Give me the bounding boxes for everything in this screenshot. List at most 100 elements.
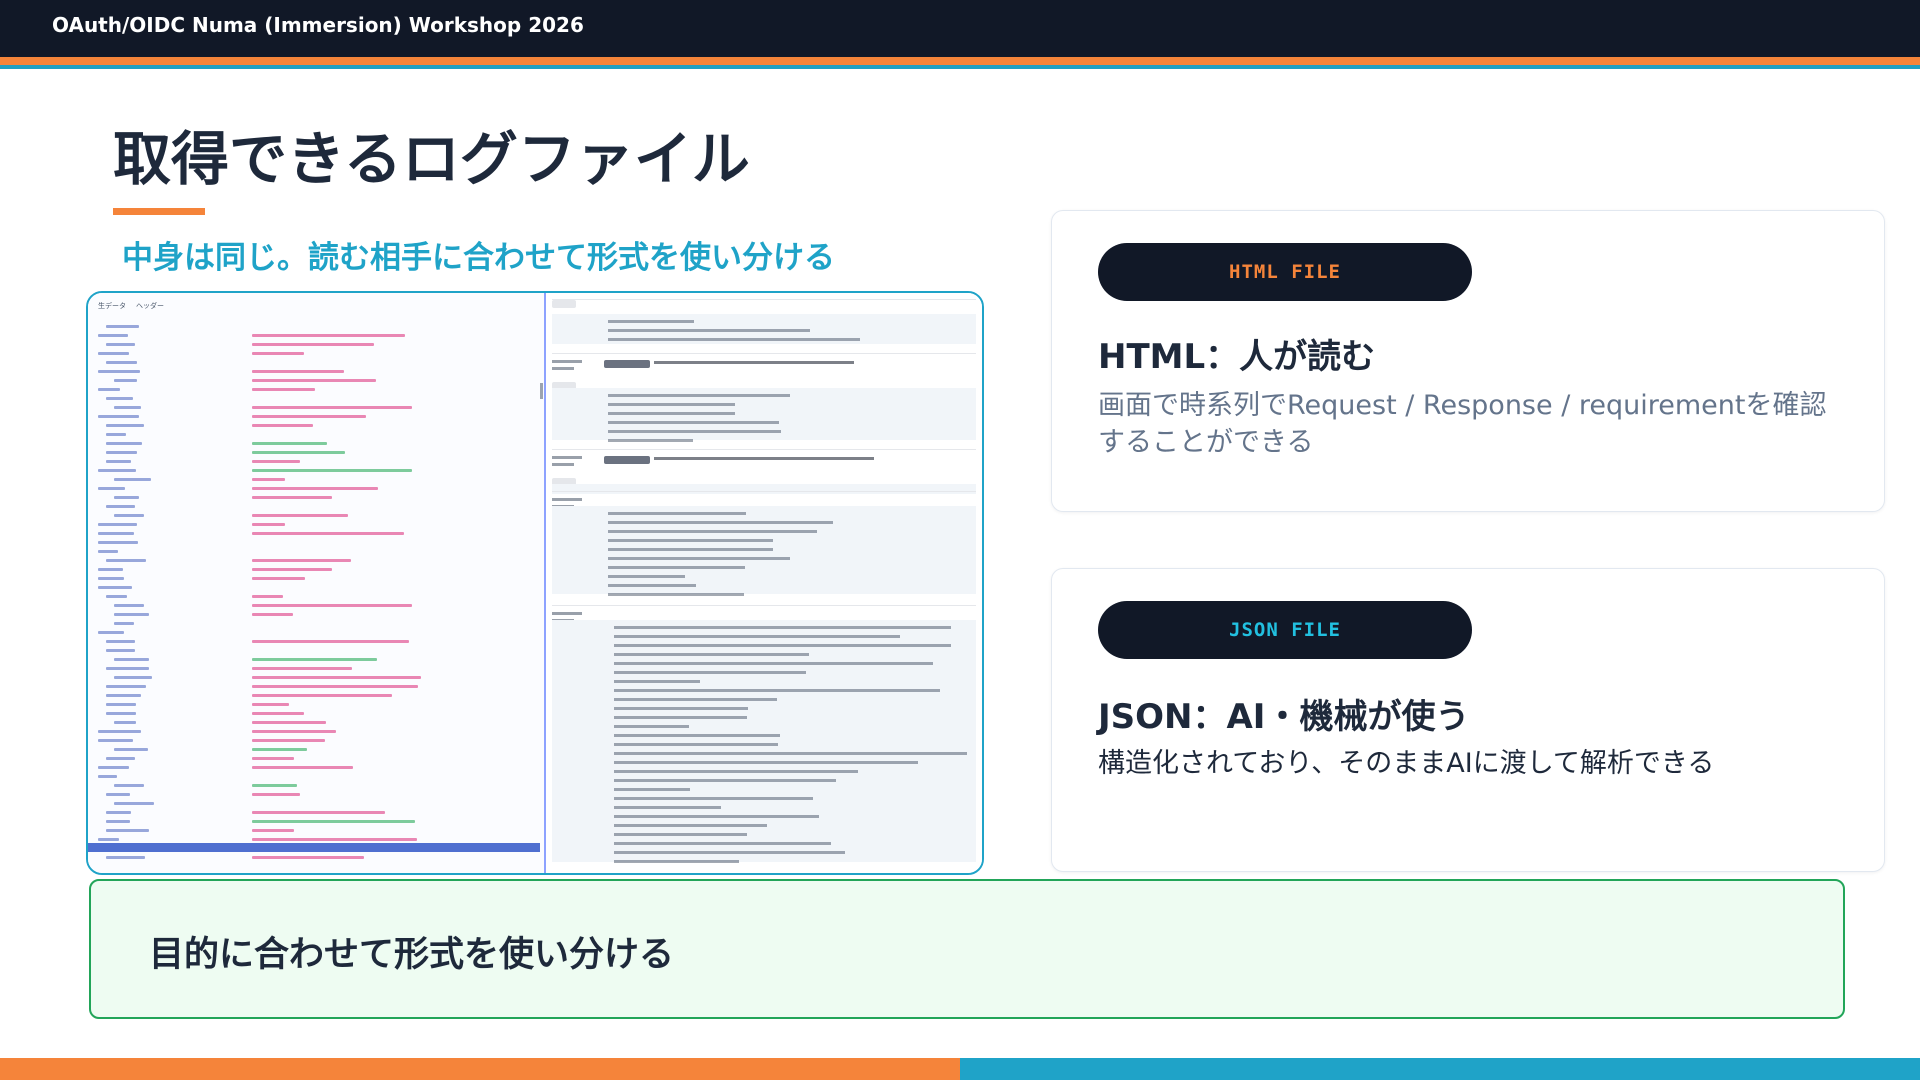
log-detail-line <box>614 734 780 737</box>
log-detail-line <box>614 635 901 638</box>
log-detail-line <box>614 806 721 809</box>
json-key-line <box>114 613 149 616</box>
log-timestamp <box>552 456 608 470</box>
log-detail-line <box>608 421 780 424</box>
selected-json-row <box>88 843 540 852</box>
log-detail-line <box>608 539 774 542</box>
json-key-line <box>98 730 141 733</box>
json-value-line <box>252 577 306 580</box>
log-detail-line <box>608 584 697 587</box>
log-message <box>654 361 854 364</box>
json-value-line <box>252 496 333 499</box>
json-key-line <box>106 829 149 832</box>
log-detail-line <box>608 566 745 569</box>
log-detail-line <box>608 329 810 332</box>
log-detail-line <box>614 689 941 692</box>
json-value-line <box>252 784 297 787</box>
json-value-line <box>252 460 301 463</box>
log-detail-line <box>608 394 790 397</box>
json-value-line <box>252 514 348 517</box>
log-message <box>654 457 874 460</box>
json-value-line <box>252 667 352 670</box>
log-detail-line <box>614 680 700 683</box>
log-detail-line <box>608 439 693 442</box>
json-value-line <box>252 352 305 355</box>
json-value-line <box>252 469 412 472</box>
log-detail-line <box>608 521 834 524</box>
json-value-line <box>252 613 293 616</box>
scrollbar-thumb <box>540 383 543 399</box>
page-subtitle: 中身は同じ。読む相手に合わせて形式を使い分ける <box>122 240 835 276</box>
json-card-heading: JSON：AI・機械が使う <box>1098 697 1470 737</box>
json-value-line <box>252 721 327 724</box>
summary-banner-text: 目的に合わせて形式を使い分ける <box>149 935 675 975</box>
log-viewer-screenshot: 生データ ヘッダー <box>86 291 984 875</box>
log-detail-line <box>608 548 774 551</box>
json-key-line <box>98 577 124 580</box>
json-value-line <box>252 694 392 697</box>
json-value-line <box>252 487 379 490</box>
log-detail-line <box>614 653 809 656</box>
log-entry <box>552 299 976 350</box>
json-key-line <box>98 352 129 355</box>
json-value-line <box>252 811 385 814</box>
json-key-line <box>98 487 126 490</box>
json-key-line <box>98 550 119 553</box>
json-key-line <box>114 514 144 517</box>
footer-accent-orange <box>0 1058 960 1080</box>
log-timestamp <box>552 360 608 374</box>
json-value-line <box>252 766 354 769</box>
json-value-line <box>252 856 364 859</box>
json-value-line <box>252 478 286 481</box>
json-key-line <box>114 676 153 679</box>
json-value-line <box>252 523 286 526</box>
json-key-line <box>106 757 135 760</box>
log-detail-line <box>608 512 747 515</box>
json-key-line <box>114 604 144 607</box>
workshop-title: OAuth/OIDC Numa (Immersion) Workshop 202… <box>52 13 584 37</box>
html-card-heading: HTML：人が読む <box>1098 337 1376 377</box>
log-detail-line <box>614 761 919 764</box>
json-key-line <box>106 451 137 454</box>
log-entry <box>552 353 976 446</box>
json-value-line <box>252 424 314 427</box>
json-key-line <box>106 397 133 400</box>
top-bar: OAuth/OIDC Numa (Immersion) Workshop 202… <box>0 0 1920 57</box>
json-value-line <box>252 568 332 571</box>
json-key-line <box>114 658 150 661</box>
log-detail-line <box>608 412 736 415</box>
json-value-line <box>252 838 418 841</box>
json-key-line <box>106 856 145 859</box>
json-key-line <box>106 595 127 598</box>
json-key-line <box>106 685 146 688</box>
json-file-card: JSON FILE JSON：AI・機械が使う 構造化されており、そのままAIに… <box>1051 568 1885 872</box>
json-value-line <box>252 415 367 418</box>
json-key-line <box>106 793 130 796</box>
log-entry <box>552 449 976 494</box>
log-detail-line <box>614 860 739 863</box>
json-key-line <box>98 586 133 589</box>
json-key-line <box>114 784 144 787</box>
log-detail-line <box>608 320 695 323</box>
summary-banner: 目的に合わせて形式を使い分ける <box>89 879 1845 1019</box>
json-value-line <box>252 658 377 661</box>
json-key-line <box>114 478 152 481</box>
json-key-line <box>114 721 137 724</box>
json-key-line <box>114 379 137 382</box>
json-key-line <box>98 370 141 373</box>
json-value-line <box>252 685 419 688</box>
json-key-line <box>106 811 132 814</box>
log-detail-line <box>614 662 934 665</box>
footer-accent-teal <box>960 1058 1920 1080</box>
json-file-badge: JSON FILE <box>1098 601 1472 659</box>
json-viewer-pane: 生データ ヘッダー <box>88 293 546 873</box>
log-detail-line <box>614 815 819 818</box>
json-value-line <box>252 334 406 337</box>
html-log-pane <box>546 293 982 873</box>
json-key-line <box>98 523 137 526</box>
log-entry <box>552 491 976 600</box>
log-detail-line <box>608 557 791 560</box>
log-chip <box>552 300 576 308</box>
json-key-line <box>106 424 144 427</box>
title-underline <box>113 208 205 215</box>
